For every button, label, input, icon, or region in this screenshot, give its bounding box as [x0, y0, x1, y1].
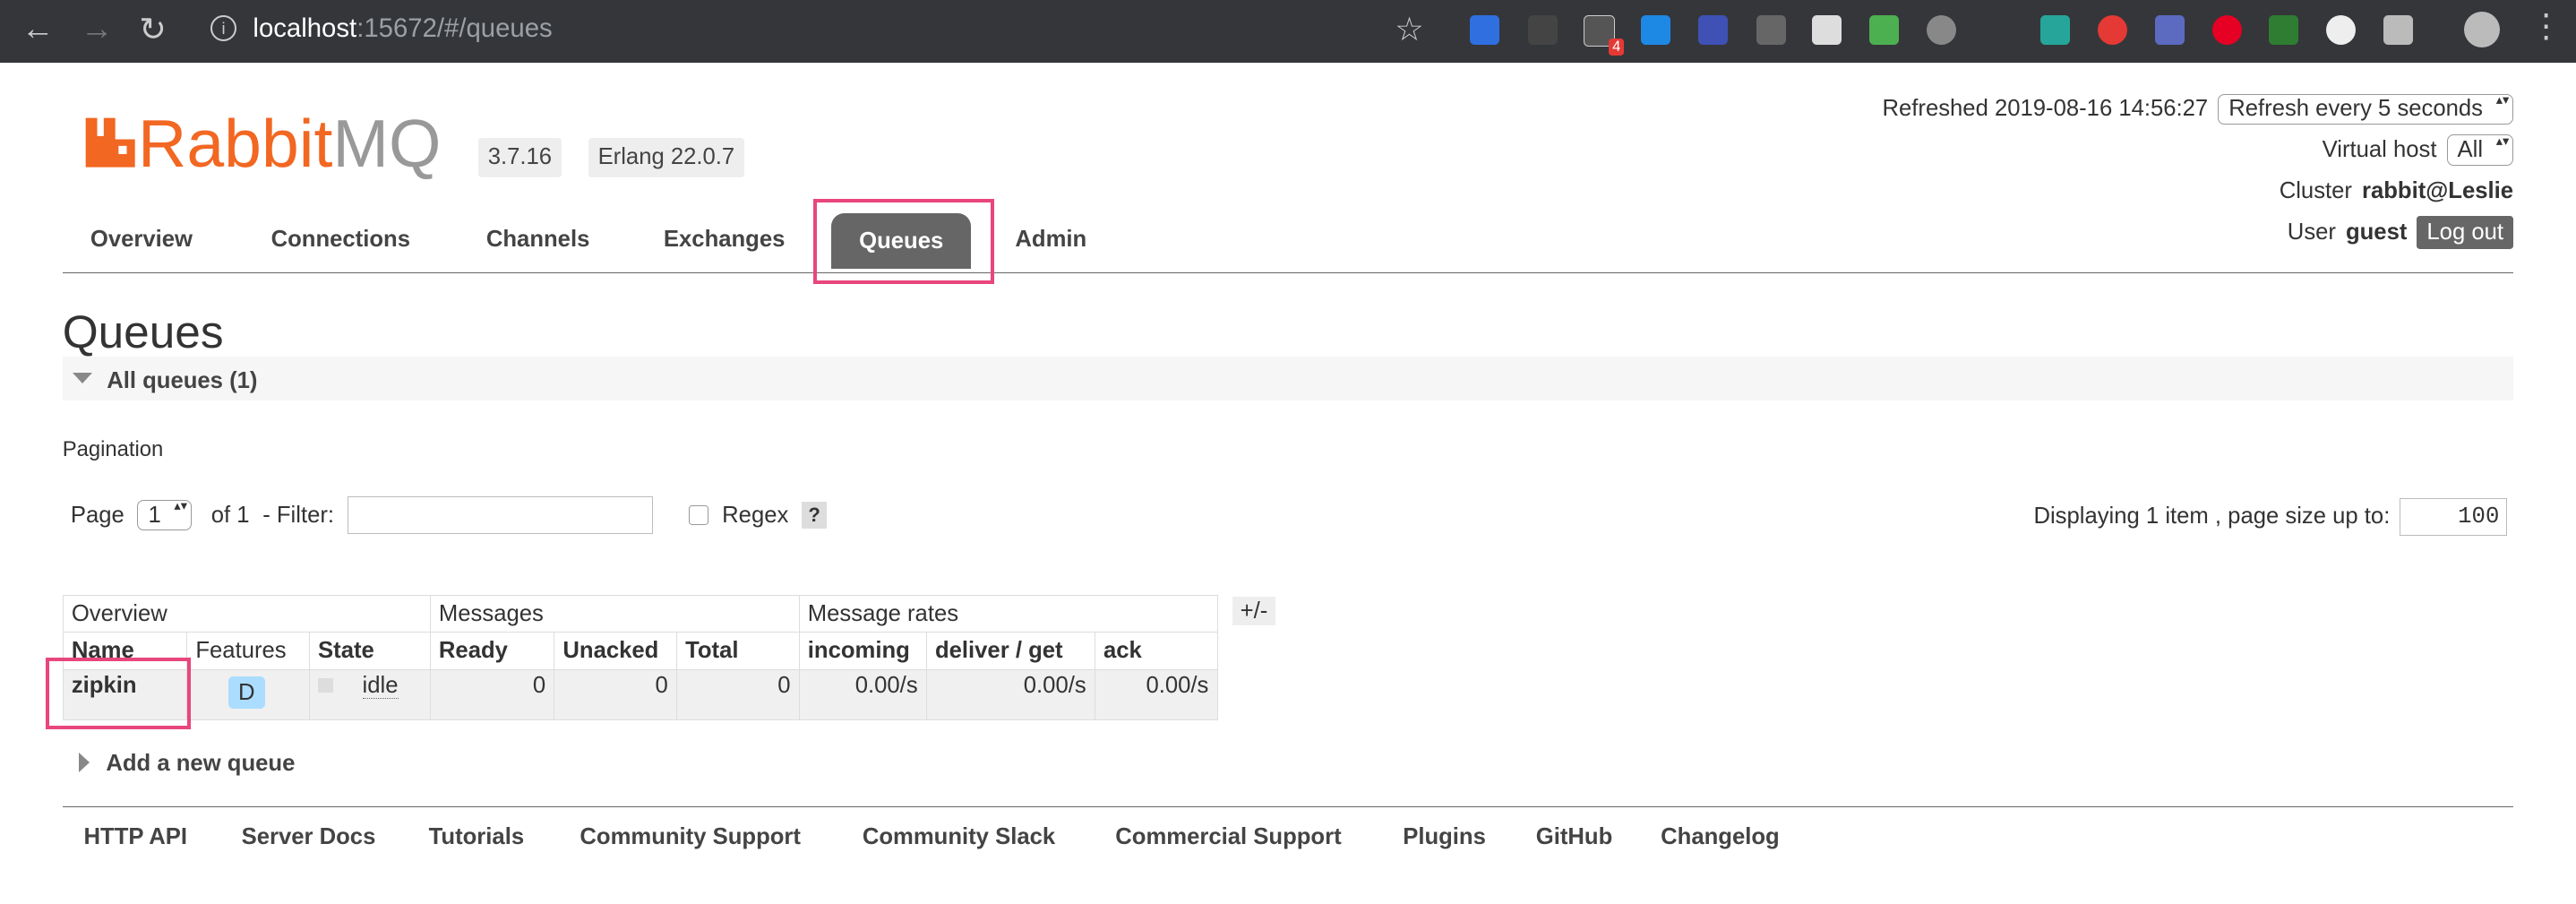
version-badge: 3.7.16: [477, 138, 562, 177]
filter-input[interactable]: [347, 495, 653, 535]
extension-icon[interactable]: [1641, 14, 1671, 45]
zipkin-highlight: [46, 657, 191, 730]
page-count: of 1: [210, 502, 250, 528]
extension-icon[interactable]: [1927, 14, 1957, 45]
adblock-icon[interactable]: [2098, 14, 2128, 45]
footer-link-http-api[interactable]: HTTP API: [84, 824, 187, 850]
col-deliver-get[interactable]: deliver / get: [925, 632, 1095, 670]
expand-triangle-icon: [79, 752, 90, 772]
reload-icon[interactable]: ↻: [132, 10, 175, 48]
group-overview: Overview: [62, 594, 431, 633]
footer-link-plugins[interactable]: Plugins: [1403, 824, 1486, 850]
collapse-triangle-icon: [72, 373, 92, 383]
column-toggle-button[interactable]: +/-: [1232, 596, 1276, 626]
add-queue-label: Add a new queue: [106, 751, 296, 777]
tab-exchanges[interactable]: Exchanges: [664, 227, 785, 253]
regex-checkbox[interactable]: [689, 504, 709, 526]
tab-admin[interactable]: Admin: [1015, 227, 1086, 253]
pinterest-icon[interactable]: [2212, 14, 2243, 45]
brand-text: RabbitMQ: [138, 106, 442, 182]
extension-icon[interactable]: [2039, 14, 2070, 45]
extension-icon[interactable]: [2325, 14, 2356, 45]
main-nav-tabs: Overview Connections Channels Exchanges …: [62, 211, 2513, 274]
extension-icon[interactable]: [1811, 14, 1842, 45]
col-ready[interactable]: Ready: [429, 632, 555, 670]
regex-label: Regex: [722, 502, 789, 528]
site-info-icon[interactable]: i: [210, 14, 237, 42]
bookmark-star-icon[interactable]: ☆: [1395, 10, 1424, 48]
extension-icon[interactable]: [1869, 14, 1900, 45]
displaying-text: Displaying 1 item , page size up to:: [2033, 504, 2391, 529]
ready-count: 0: [429, 668, 555, 720]
erlang-version-badge: Erlang 22.0.7: [588, 138, 745, 177]
browser-menu-icon[interactable]: ⋮: [2529, 6, 2563, 45]
table-row[interactable]: zipkin D idle 0 0 0 0.00/s 0.00/s 0.00/s: [62, 668, 1218, 720]
filter-label: - Filter:: [262, 502, 335, 528]
vhost-label: Virtual host: [2322, 137, 2437, 163]
extension-badge: 4: [1609, 38, 1624, 56]
col-unacked[interactable]: Unacked: [554, 632, 677, 670]
page-title: Queues: [62, 306, 224, 358]
footer-link-community-slack[interactable]: Community Slack: [863, 824, 1055, 850]
footer-link-github[interactable]: GitHub: [1536, 824, 1613, 850]
total-count: 0: [675, 668, 800, 720]
extension-icon[interactable]: [1470, 14, 1500, 45]
back-icon[interactable]: ←: [16, 10, 59, 47]
extension-icon[interactable]: [2155, 14, 2185, 45]
rabbitmq-logo-icon: [85, 118, 135, 168]
footer-link-commercial-support[interactable]: Commercial Support: [1115, 824, 1341, 850]
queue-state: idle: [362, 673, 399, 700]
footer-link-community-support[interactable]: Community Support: [580, 824, 801, 850]
extension-icon[interactable]: [1698, 14, 1729, 45]
state-indicator: [318, 677, 333, 693]
all-queues-section-toggle[interactable]: All queues (1): [62, 356, 2513, 401]
col-features: Features: [186, 632, 310, 670]
tab-connections[interactable]: Connections: [271, 227, 410, 253]
extension-icon[interactable]: [2383, 14, 2414, 45]
refreshed-timestamp: Refreshed 2019-08-16 14:56:27: [1882, 96, 2209, 122]
pagination-controls: Page 1 of 1 - Filter: Regex ?: [70, 495, 828, 535]
page-size-controls: Displaying 1 item , page size up to: 100: [2033, 497, 2507, 537]
col-incoming[interactable]: incoming: [798, 632, 927, 670]
footer-links: HTTP API Server Docs Tutorials Community…: [62, 806, 2513, 849]
group-message-rates: Message rates: [798, 594, 1218, 633]
section-title: All queues (1): [107, 367, 258, 393]
footer-link-changelog[interactable]: Changelog: [1661, 824, 1780, 850]
browser-toolbar: ← → ↻ i localhost:15672/#/queues ☆ 4 ⋮: [0, 0, 2576, 63]
address-bar[interactable]: localhost:15672/#/queues: [253, 13, 552, 44]
tab-overview[interactable]: Overview: [90, 227, 193, 253]
durable-feature-badge: D: [228, 676, 265, 710]
pagination-label: Pagination: [62, 436, 164, 461]
profile-avatar[interactable]: [2464, 11, 2501, 48]
footer-link-tutorials[interactable]: Tutorials: [429, 824, 524, 850]
cluster-name: rabbit@Leslie: [2361, 178, 2514, 204]
regex-help-button[interactable]: ?: [802, 502, 828, 529]
queues-table: Overview Messages Message rates Name Fea…: [62, 594, 1218, 720]
ack-rate: 0.00/s: [1094, 668, 1218, 720]
forward-icon[interactable]: →: [75, 10, 118, 47]
tab-channels[interactable]: Channels: [486, 227, 589, 253]
footer-link-server-docs[interactable]: Server Docs: [242, 824, 376, 850]
group-messages: Messages: [429, 594, 800, 633]
page-select[interactable]: 1: [137, 499, 192, 531]
incoming-rate: 0.00/s: [798, 668, 927, 720]
extension-icon[interactable]: [1527, 14, 1558, 45]
extension-icon[interactable]: [1756, 14, 1786, 45]
deliver-get-rate: 0.00/s: [925, 668, 1095, 720]
unacked-count: 0: [554, 668, 677, 720]
vhost-select[interactable]: All: [2446, 134, 2514, 167]
extension-icon[interactable]: [2268, 14, 2298, 45]
col-ack[interactable]: ack: [1094, 632, 1218, 670]
add-queue-toggle[interactable]: Add a new queue: [79, 751, 295, 777]
page-label: Page: [70, 502, 125, 528]
queues-tab-highlight: [812, 198, 994, 285]
page-size-input[interactable]: 100: [2400, 497, 2507, 537]
col-total[interactable]: Total: [675, 632, 800, 670]
refresh-interval-select[interactable]: Refresh every 5 seconds: [2218, 93, 2514, 125]
col-state[interactable]: State: [308, 632, 431, 670]
cluster-label: Cluster: [2279, 178, 2352, 204]
extension-icon[interactable]: 4: [1583, 14, 1624, 56]
